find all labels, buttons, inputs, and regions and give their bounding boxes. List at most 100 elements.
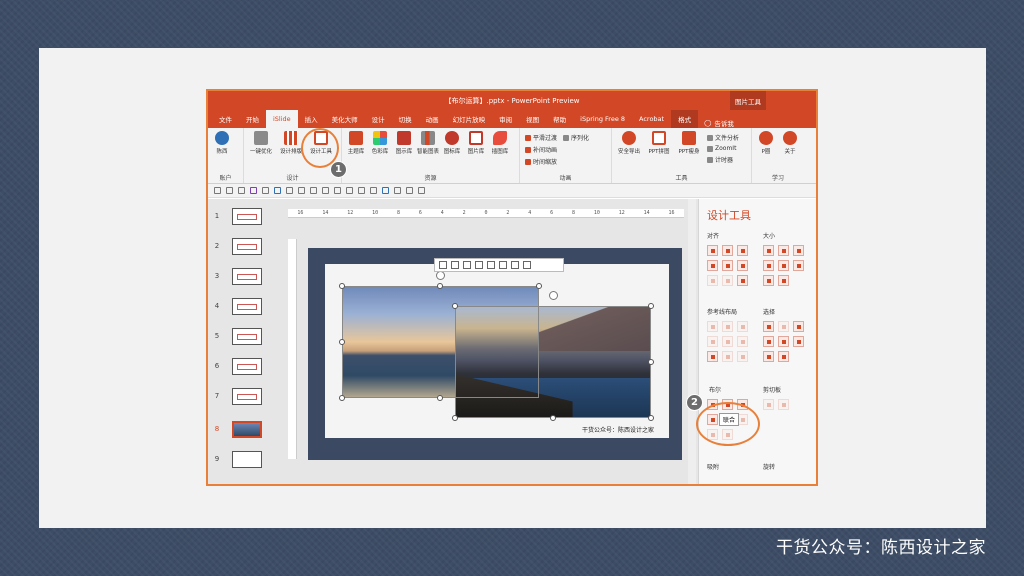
tab-format[interactable]: 格式: [671, 110, 699, 128]
align-button[interactable]: [707, 275, 718, 286]
select-button[interactable]: [763, 336, 774, 347]
redo-icon[interactable]: [286, 187, 293, 194]
timer-item[interactable]: 计时器: [707, 155, 739, 164]
outline-icon[interactable]: [370, 187, 377, 194]
thumbnail-2[interactable]: 2: [211, 234, 267, 258]
distribute-vertical-icon[interactable]: [523, 261, 531, 269]
align-middle-icon[interactable]: [487, 261, 495, 269]
smooth-transition-item[interactable]: 平滑过渡: [525, 133, 557, 142]
resize-handle[interactable]: [437, 283, 443, 289]
tab-file[interactable]: 文件: [212, 110, 239, 128]
refresh-icon[interactable]: [262, 187, 269, 194]
rotate-handle-icon[interactable]: [549, 291, 558, 300]
align-top-icon[interactable]: [475, 261, 483, 269]
group-icon[interactable]: [322, 187, 329, 194]
align-button[interactable]: [737, 245, 748, 256]
size-button[interactable]: [793, 260, 804, 271]
time-scale-item[interactable]: 时间缩放: [525, 157, 557, 166]
select-button[interactable]: [778, 336, 789, 347]
align-button[interactable]: [722, 245, 733, 256]
tab-help[interactable]: 帮助: [546, 110, 573, 128]
align-button[interactable]: [707, 260, 718, 271]
resize-handle[interactable]: [339, 339, 345, 345]
select-button[interactable]: [763, 351, 774, 362]
thumbnail-5[interactable]: 5: [211, 324, 267, 348]
guide-button[interactable]: [707, 351, 718, 362]
tab-view[interactable]: 视图: [519, 110, 546, 128]
distribute-icon[interactable]: [511, 261, 519, 269]
tell-me[interactable]: ◯ 告诉我: [704, 118, 734, 128]
align-left-icon[interactable]: [439, 261, 447, 269]
arrange-icon[interactable]: [346, 187, 353, 194]
size-button[interactable]: [763, 260, 774, 271]
select-button[interactable]: [793, 336, 804, 347]
tab-acrobat[interactable]: Acrobat: [632, 110, 671, 128]
rotate-handle-icon[interactable]: [436, 271, 445, 280]
resize-handle[interactable]: [452, 415, 458, 421]
thumbnail-1[interactable]: 1: [211, 204, 267, 228]
tab-meihua[interactable]: 美化大师: [325, 110, 365, 128]
align-button[interactable]: [737, 260, 748, 271]
guide-button[interactable]: [707, 321, 718, 332]
resize-handle[interactable]: [339, 395, 345, 401]
thumbnail-6[interactable]: 6: [211, 354, 267, 378]
tab-design[interactable]: 设计: [365, 110, 392, 128]
select-button[interactable]: [778, 351, 789, 362]
serialize-item[interactable]: 序列化: [563, 133, 589, 142]
tab-transitions[interactable]: 切换: [392, 110, 419, 128]
brush-icon[interactable]: [214, 187, 221, 194]
size-button[interactable]: [763, 275, 774, 286]
resize-handle[interactable]: [437, 395, 443, 401]
align-button[interactable]: [737, 275, 748, 286]
resize-handle[interactable]: [536, 283, 542, 289]
eyedropper-icon[interactable]: [226, 187, 233, 194]
resize-handle[interactable]: [648, 415, 654, 421]
thumbnail-8[interactable]: 8: [211, 417, 267, 441]
select-button[interactable]: [793, 321, 804, 332]
tab-slideshow[interactable]: 幻灯片放映: [446, 110, 493, 128]
size-button[interactable]: [778, 245, 789, 256]
select-button[interactable]: [763, 321, 774, 332]
align-icon[interactable]: [334, 187, 341, 194]
shape-icon[interactable]: [310, 187, 317, 194]
crop-icon[interactable]: [406, 187, 413, 194]
align-right-icon[interactable]: [463, 261, 471, 269]
thumbnail-9[interactable]: 9: [211, 447, 267, 471]
guide-button[interactable]: [722, 336, 733, 347]
guide-button[interactable]: [737, 351, 748, 362]
tab-home[interactable]: 开始: [239, 110, 266, 128]
thumbnail-7[interactable]: 7: [211, 384, 267, 408]
more-icon[interactable]: [418, 187, 425, 194]
align-bottom-icon[interactable]: [499, 261, 507, 269]
align-button[interactable]: [722, 275, 733, 286]
size-button[interactable]: [763, 245, 774, 256]
paste-button[interactable]: [778, 399, 789, 410]
pen-icon[interactable]: [238, 187, 245, 194]
resize-handle[interactable]: [339, 283, 345, 289]
save-icon[interactable]: [250, 187, 257, 194]
guide-button[interactable]: [722, 321, 733, 332]
tab-islide[interactable]: iSlide: [266, 110, 298, 128]
thumbnail-4[interactable]: 4: [211, 294, 267, 318]
fill-icon[interactable]: [358, 187, 365, 194]
vertical-scrollbar[interactable]: [688, 199, 696, 484]
align-button[interactable]: [707, 245, 718, 256]
resize-handle[interactable]: [452, 303, 458, 309]
resize-handle[interactable]: [550, 415, 556, 421]
font-color-icon[interactable]: [382, 187, 389, 194]
size-button[interactable]: [793, 245, 804, 256]
tween-item[interactable]: 补间动画: [525, 145, 557, 154]
tab-ispring[interactable]: iSpring Free 8: [573, 110, 632, 128]
select-button[interactable]: [778, 321, 789, 332]
guide-button[interactable]: [737, 321, 748, 332]
tab-insert[interactable]: 插入: [298, 110, 325, 128]
guide-button[interactable]: [722, 351, 733, 362]
zoomit-item[interactable]: ZoomIt: [707, 145, 739, 152]
copy-button[interactable]: [763, 399, 774, 410]
size-button[interactable]: [778, 275, 789, 286]
resize-handle[interactable]: [648, 359, 654, 365]
align-button[interactable]: [722, 260, 733, 271]
tab-animations[interactable]: 动画: [419, 110, 446, 128]
resize-handle[interactable]: [648, 303, 654, 309]
text-box-icon[interactable]: [298, 187, 305, 194]
